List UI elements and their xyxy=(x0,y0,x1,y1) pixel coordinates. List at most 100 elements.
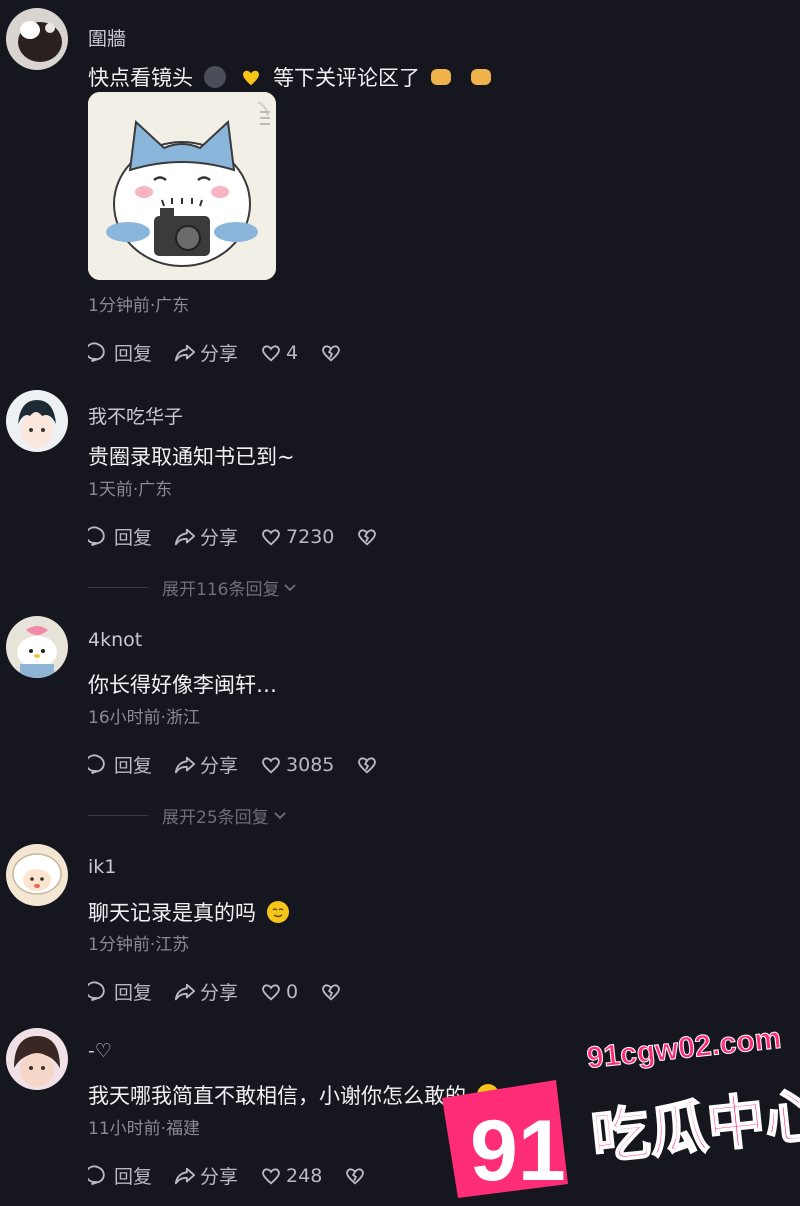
divider xyxy=(88,815,148,816)
dark-emoji-icon xyxy=(203,66,226,88)
like-button[interactable]: 7230 xyxy=(260,526,334,548)
share-button[interactable]: 分享 xyxy=(174,978,238,1005)
cat-camera-sticker-image[interactable] xyxy=(88,92,276,280)
comment-actions: 回复 分享 248 xyxy=(88,1162,392,1189)
share-arrow-icon xyxy=(174,528,196,545)
comment-meta: 1分钟前·江苏 xyxy=(88,935,190,955)
watermark-logo: 91 91cgw02.com 吃瓜中心 xyxy=(438,1020,800,1202)
avatar[interactable] xyxy=(6,1028,68,1090)
comment-meta: 1天前·广东 xyxy=(88,480,173,500)
broken-heart-icon xyxy=(358,528,377,546)
avatar[interactable] xyxy=(6,616,68,678)
like-count: 0 xyxy=(286,980,299,1003)
comment-text: 你长得好像李闽轩… xyxy=(88,673,277,697)
watermark-site: 91cgw02.com xyxy=(585,1022,782,1075)
share-label: 分享 xyxy=(200,343,239,365)
comment-text-main: 聊天记录是真的吗 xyxy=(88,901,256,925)
avatar[interactable] xyxy=(6,844,68,906)
like-count: 3085 xyxy=(286,753,335,776)
comment-meta: 1分钟前·广东 xyxy=(88,296,190,316)
speech-bubble-icon xyxy=(88,525,105,546)
share-button[interactable]: 分享 xyxy=(174,339,238,366)
share-label: 分享 xyxy=(200,1166,239,1188)
avatar[interactable] xyxy=(6,390,68,452)
reply-button[interactable]: 回复 xyxy=(88,978,152,1005)
username[interactable]: 圍牆 xyxy=(88,24,126,51)
expand-replies-label: 展开25条回复 xyxy=(162,808,269,828)
reply-label: 回复 xyxy=(114,1166,153,1188)
expand-replies-button[interactable]: 展开25条回复 xyxy=(88,803,287,828)
dislike-button[interactable] xyxy=(320,981,346,1003)
like-button[interactable]: 4 xyxy=(260,342,298,364)
share-button[interactable]: 分享 xyxy=(174,1162,238,1189)
like-button[interactable]: 0 xyxy=(260,981,298,1003)
dislike-button[interactable] xyxy=(344,1165,370,1187)
heart-icon xyxy=(262,983,280,1001)
comment-actions: 回复 分享 7230 xyxy=(88,523,404,550)
share-label: 分享 xyxy=(200,755,239,777)
pointing-hand-icon xyxy=(471,69,492,85)
speech-bubble-icon xyxy=(88,341,105,362)
comment-text: 聊天记录是真的吗 xyxy=(88,897,293,927)
pointing-hand-icon xyxy=(430,69,451,85)
username[interactable]: -♡ xyxy=(88,1040,112,1062)
username[interactable]: 4knot xyxy=(88,629,142,651)
reply-button[interactable]: 回复 xyxy=(88,523,152,550)
share-button[interactable]: 分享 xyxy=(174,751,238,778)
watermark-label: 吃瓜中心 xyxy=(588,1080,800,1172)
yellow-heart-icon xyxy=(240,66,262,88)
reply-label: 回复 xyxy=(114,343,153,365)
speech-bubble-icon xyxy=(88,753,105,774)
reply-label: 回复 xyxy=(114,527,153,549)
smiling-face-icon xyxy=(266,901,289,923)
share-label: 分享 xyxy=(200,982,239,1004)
dislike-button[interactable] xyxy=(320,342,346,364)
share-arrow-icon xyxy=(174,344,196,361)
chevron-down-icon xyxy=(284,583,297,591)
speech-bubble-icon xyxy=(88,980,105,1001)
heart-icon xyxy=(262,756,280,774)
broken-heart-icon xyxy=(346,1167,365,1185)
share-label: 分享 xyxy=(200,527,239,549)
comment-actions: 回复 分享 0 xyxy=(88,978,368,1005)
share-arrow-icon xyxy=(174,1167,196,1184)
heart-icon xyxy=(262,1167,280,1185)
dislike-button[interactable] xyxy=(356,754,382,776)
comment-text-main: 我天哪我简直不敢相信，小谢你怎么敢的 xyxy=(88,1084,466,1108)
username[interactable]: ik1 xyxy=(88,856,116,878)
username[interactable]: 我不吃华子 xyxy=(88,402,183,429)
chevron-down-icon xyxy=(274,811,286,819)
broken-heart-icon xyxy=(322,344,341,362)
broken-heart-icon xyxy=(322,983,341,1001)
reply-button[interactable]: 回复 xyxy=(88,1162,152,1189)
comment-meta: 11小时前·福建 xyxy=(88,1119,201,1139)
comment-text-main: 快点看镜头 xyxy=(88,66,193,90)
share-arrow-icon xyxy=(174,983,196,1000)
expand-replies-label: 展开116条回复 xyxy=(162,580,280,600)
heart-icon xyxy=(262,344,280,362)
dislike-button[interactable] xyxy=(356,526,382,548)
reply-label: 回复 xyxy=(114,755,153,777)
like-button[interactable]: 3085 xyxy=(260,754,334,776)
comment-meta: 16小时前·浙江 xyxy=(88,708,201,728)
comment-actions: 回复 分享 3085 xyxy=(88,751,404,778)
heart-icon xyxy=(262,528,280,546)
divider xyxy=(88,587,148,588)
like-button[interactable]: 248 xyxy=(260,1165,322,1187)
like-count: 4 xyxy=(286,341,299,364)
like-count: 7230 xyxy=(286,525,335,548)
like-count: 248 xyxy=(286,1164,323,1187)
broken-heart-icon xyxy=(358,756,377,774)
comment-text-suffix: 等下关评论区了 xyxy=(273,66,421,90)
expand-replies-button[interactable]: 展开116条回复 xyxy=(88,575,297,600)
reply-button[interactable]: 回复 xyxy=(88,751,152,778)
comment-text: 快点看镜头 等下关评论区了 xyxy=(88,62,495,92)
avatar[interactable] xyxy=(6,8,68,70)
reply-label: 回复 xyxy=(114,982,153,1004)
share-button[interactable]: 分享 xyxy=(174,523,238,550)
comment-actions: 回复 分享 4 xyxy=(88,339,368,366)
speech-bubble-icon xyxy=(88,1164,105,1185)
watermark-number: 91 xyxy=(470,1103,566,1199)
comment-text: 贵圈录取通知书已到~ xyxy=(88,445,295,469)
reply-button[interactable]: 回复 xyxy=(88,339,152,366)
